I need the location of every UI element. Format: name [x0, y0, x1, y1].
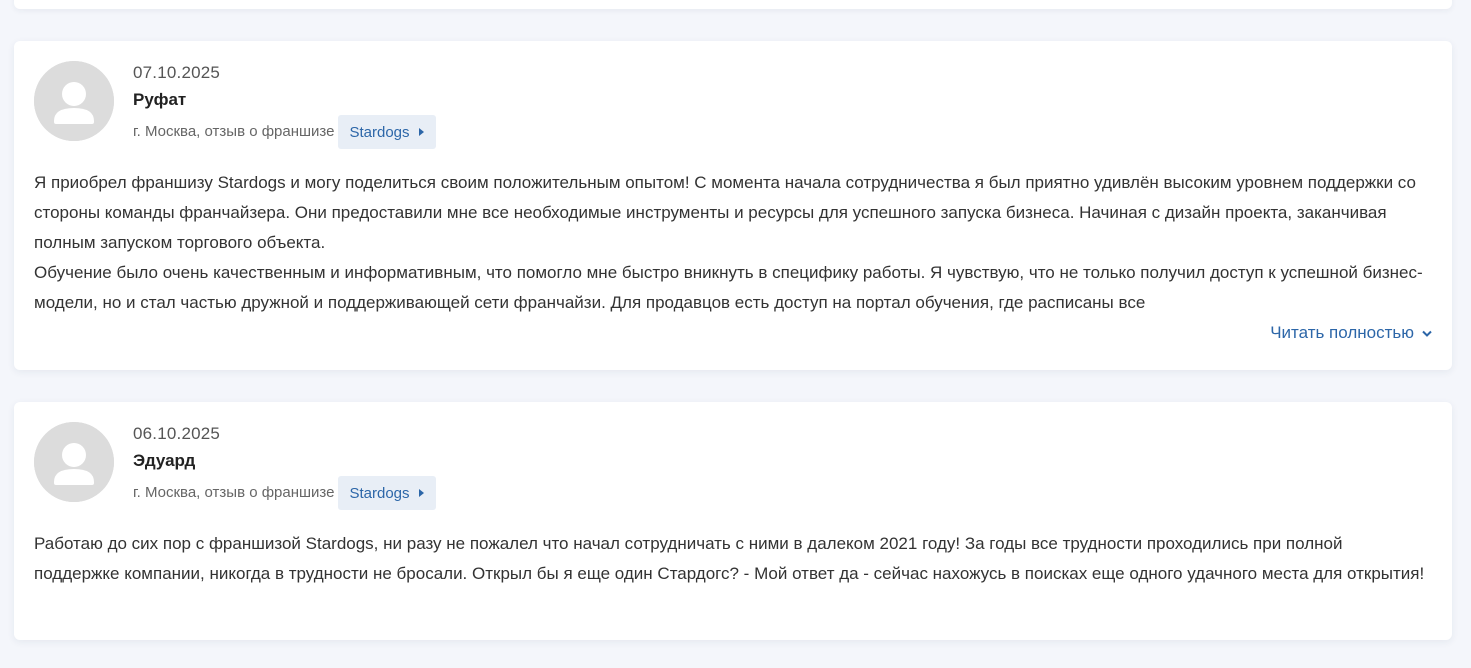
franchise-link-label: Stardogs — [349, 484, 410, 502]
franchise-link[interactable]: Stardogs — [338, 476, 436, 510]
user-silhouette-icon — [34, 422, 114, 502]
review-author: Руфат — [133, 90, 187, 109]
triangle-right-icon — [418, 489, 424, 497]
review-card: 07.10.2025 Руфат г. Москва, отзыв о фран… — [14, 41, 1452, 370]
review-paragraph: Обучение было очень качественным и инфор… — [34, 263, 1423, 312]
read-more-label: Читать полностью — [1270, 323, 1414, 342]
franchise-link[interactable]: Stardogs — [338, 115, 436, 149]
review-meta: 06.10.2025 Эдуард г. Москва, отзыв о фра… — [133, 424, 436, 510]
previous-review-card — [14, 0, 1452, 9]
review-text: Я приобрел франшизу Stardogs и могу поде… — [34, 168, 1432, 318]
review-text: Работаю до сих пор с франшизой Stardogs,… — [34, 529, 1432, 619]
review-meta: 07.10.2025 Руфат г. Москва, отзыв о фран… — [133, 63, 436, 149]
franchise-link-label: Stardogs — [349, 123, 410, 141]
chevron-down-icon — [1422, 318, 1432, 348]
review-location: г. Москва, отзыв о франшизе — [133, 484, 335, 501]
review-location-row: г. Москва, отзыв о франшизе Stardogs — [133, 476, 436, 510]
triangle-right-icon — [418, 128, 424, 136]
review-paragraph: Работаю до сих пор с франшизой Stardogs,… — [34, 534, 1425, 583]
review-date: 07.10.2025 — [133, 63, 221, 82]
review-card: 06.10.2025 Эдуард г. Москва, отзыв о фра… — [14, 402, 1452, 640]
read-more-link[interactable]: Читать полностью — [1270, 318, 1432, 348]
avatar — [34, 422, 114, 502]
review-author: Эдуард — [133, 451, 196, 470]
user-silhouette-icon — [34, 61, 114, 141]
review-location: г. Москва, отзыв о франшизе — [133, 123, 335, 140]
review-date: 06.10.2025 — [133, 424, 221, 443]
avatar — [34, 61, 114, 141]
review-paragraph: Я приобрел франшизу Stardogs и могу поде… — [34, 173, 1416, 252]
review-location-row: г. Москва, отзыв о франшизе Stardogs — [133, 115, 436, 149]
